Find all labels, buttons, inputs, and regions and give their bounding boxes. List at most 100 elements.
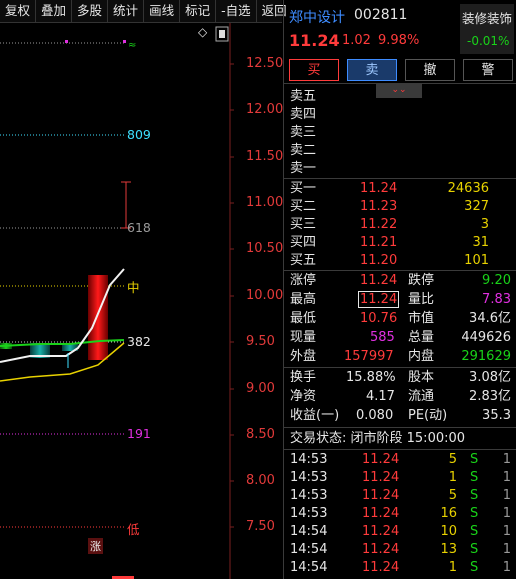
fib-level-618: 618: [127, 220, 151, 235]
alert-button[interactable]: 警: [463, 59, 513, 81]
toolbar-zixuan[interactable]: -自选: [216, 0, 257, 22]
ask-row-1[interactable]: 卖一: [284, 160, 516, 178]
eps-value: 0.080: [356, 408, 394, 423]
tick-count: 1: [502, 488, 511, 503]
ask-label: 卖三: [290, 125, 317, 140]
tick-side: S: [470, 506, 479, 521]
tick-price: 11.24: [362, 452, 400, 467]
toolbar-duogu[interactable]: 多股: [72, 0, 109, 22]
tick-volume: 1: [448, 560, 457, 575]
bid-row-1[interactable]: 买一 11.24 24636: [284, 180, 516, 198]
bid-row-2[interactable]: 买二 11.23 327: [284, 198, 516, 216]
bid-volume: 24636: [447, 181, 489, 196]
tick-side: S: [470, 452, 479, 467]
tick-volume: 13: [440, 542, 457, 557]
sector-change: -0.01%: [467, 34, 510, 48]
bid-label: 买五: [290, 253, 317, 268]
ask-row-2[interactable]: 卖二: [284, 142, 516, 160]
stat-row-volume: 现量 585 总量 449626: [284, 329, 516, 347]
fib-level-809: 809: [127, 127, 151, 142]
cancel-button[interactable]: 撤: [405, 59, 455, 81]
bid-volume: 327: [464, 199, 489, 214]
price-axis-label: 8.50: [246, 427, 275, 442]
toolbar-biaoji[interactable]: 标记: [180, 0, 217, 22]
stock-name[interactable]: 郑中设计: [289, 7, 345, 27]
stat-row-nav: 净资 4.17 流通 2.83亿: [284, 388, 516, 406]
bid-volume: 3: [480, 217, 489, 232]
tick-row: 14:54 11.24 13 S 1: [284, 541, 516, 559]
fib-level-191: 191: [127, 426, 151, 441]
fib-level-mid: 中: [127, 280, 140, 295]
total-vol-label: 总量: [408, 330, 435, 345]
bid-price: 11.22: [360, 217, 398, 232]
buy-button[interactable]: 买: [289, 59, 339, 81]
tick-count: 1: [502, 452, 511, 467]
tick-time: 14:53: [290, 452, 328, 467]
price-axis-label: 9.50: [246, 334, 275, 349]
tick-time: 14:54: [290, 524, 328, 539]
sell-button[interactable]: 卖: [347, 59, 397, 81]
ask-row-5[interactable]: 卖五: [284, 88, 516, 106]
tick-volume: 1: [448, 470, 457, 485]
tick-time: 14:53: [290, 506, 328, 521]
current-vol-value: 585: [370, 330, 395, 345]
quote-panel: 郑中设计 002811 11.24 1.02 9.98% 装修装饰 -0.01%…: [283, 0, 516, 579]
tick-volume: 5: [448, 452, 457, 467]
limit-down-label: 跌停: [408, 273, 435, 288]
kline-canvas: ≈: [0, 23, 234, 579]
tick-time: 14:53: [290, 470, 328, 485]
toolbar-fuquan[interactable]: 复权: [0, 0, 37, 22]
toolbar-tongji[interactable]: 统计: [108, 0, 145, 22]
price-axis-label: 10.50: [246, 241, 284, 256]
ask-row-4[interactable]: 卖四: [284, 106, 516, 124]
stat-row-low: 最低 10.76 市值 34.6亿: [284, 310, 516, 328]
bid-row-4[interactable]: 买四 11.21 31: [284, 234, 516, 252]
toolbar: 复权 叠加 多股 统计 画线 标记 -自选 返回: [0, 0, 287, 23]
turnover-label: 换手: [290, 370, 317, 385]
chart-diamond-icon[interactable]: ◇: [198, 25, 207, 39]
stat-row-turnover: 换手 15.88% 股本 3.08亿: [284, 369, 516, 387]
ask-label: 卖一: [290, 161, 317, 176]
tick-count: 1: [502, 506, 511, 521]
pe-label: PE(动): [408, 408, 448, 423]
tick-price: 11.24: [362, 524, 400, 539]
price-axis-label: 10.00: [246, 288, 284, 303]
price-axis-label: 11.00: [246, 195, 284, 210]
bid-price: 11.21: [360, 235, 398, 250]
toolbar-diejia[interactable]: 叠加: [36, 0, 73, 22]
eps-label: 收益(一): [290, 408, 340, 423]
tick-side: S: [470, 488, 479, 503]
candle-limit-up: [88, 275, 108, 360]
bid-price: 11.23: [360, 199, 398, 214]
shares-label: 股本: [408, 370, 435, 385]
tick-count: 1: [502, 524, 511, 539]
tick-volume: 5: [448, 488, 457, 503]
tick-row: 14:53 11.24 5 S 1: [284, 451, 516, 469]
nav-label: 净资: [290, 389, 317, 404]
tick-price: 11.24: [362, 542, 400, 557]
stat-row-outer: 外盘 157997 内盘 291629: [284, 348, 516, 366]
high-value: 11.24: [358, 291, 400, 308]
bid-row-3[interactable]: 买三 11.22 3: [284, 216, 516, 234]
tick-count: 1: [502, 560, 511, 575]
total-vol-value: 449626: [461, 330, 511, 345]
ask-label: 卖四: [290, 107, 317, 122]
tick-count: 1: [502, 470, 511, 485]
tick-volume: 10: [440, 524, 457, 539]
bid-row-5[interactable]: 买五 11.20 101: [284, 252, 516, 270]
bid-volume: 101: [464, 253, 489, 268]
svg-text:≈: ≈: [128, 40, 136, 51]
fib-level-382: 382: [127, 334, 151, 349]
turnover-value: 15.88%: [346, 370, 396, 385]
stock-code: 002811: [354, 7, 408, 23]
pe-value: 35.3: [482, 408, 511, 423]
tick-side: S: [470, 524, 479, 539]
ask-label: 卖二: [290, 143, 317, 158]
tick-row: 14:53 11.24 5 S 1: [284, 487, 516, 505]
high-label: 最高: [290, 292, 317, 307]
toolbar-huaxian[interactable]: 画线: [144, 0, 181, 22]
ask-row-3[interactable]: 卖三: [284, 124, 516, 142]
kline-chart[interactable]: ≈ ◇ 12.50 12.00 11.50 11.00 10.50 10.00 …: [0, 23, 284, 579]
outer-label: 外盘: [290, 349, 317, 364]
tick-side: S: [470, 542, 479, 557]
